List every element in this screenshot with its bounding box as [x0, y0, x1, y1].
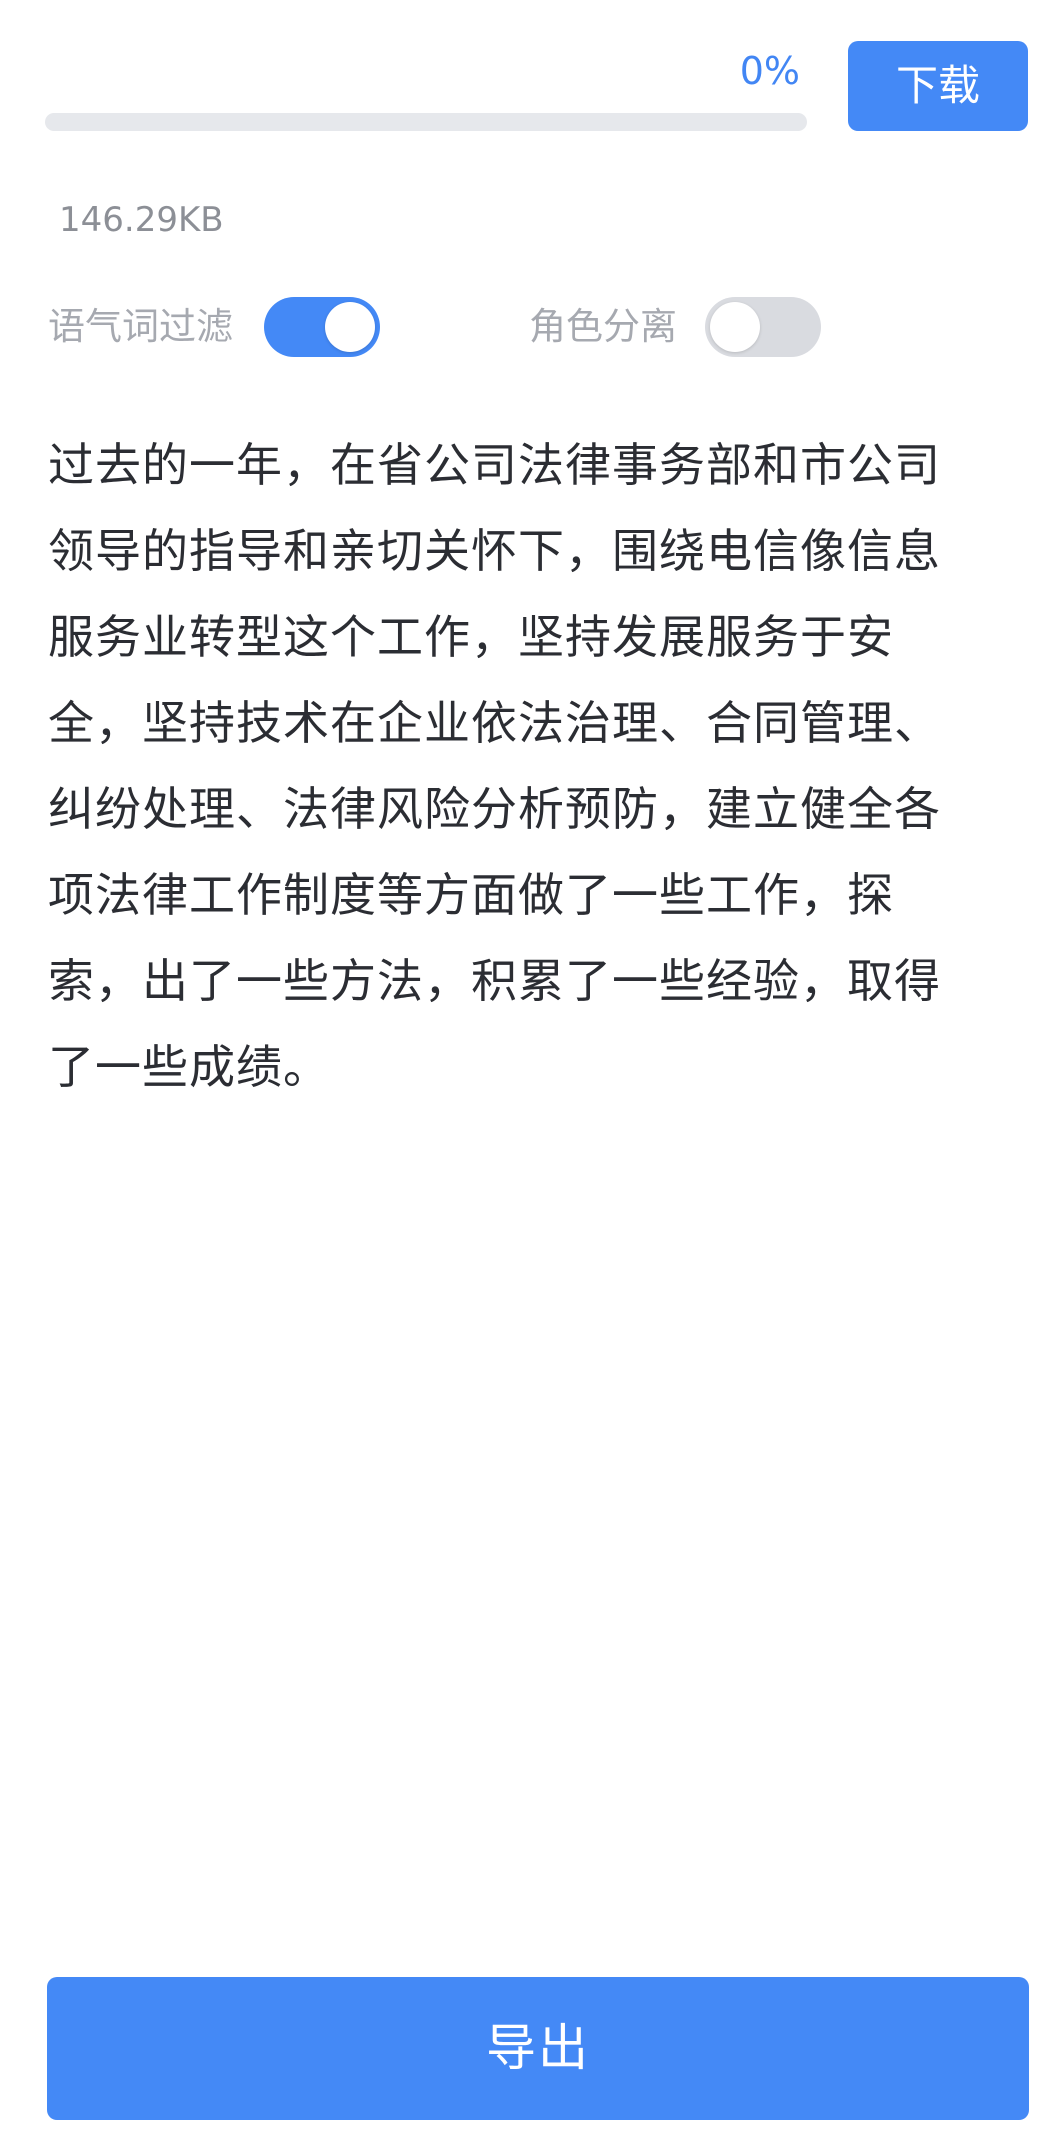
role-separation-label: 角色分离 [529, 305, 677, 348]
export-button[interactable]: 导出 [47, 1977, 1029, 2120]
file-size: 146.29KB [59, 200, 224, 240]
filler-filter-label: 语气词过滤 [48, 305, 233, 348]
download-button[interactable]: 下载 [848, 41, 1028, 131]
transcript-text: 过去的一年，在省公司法律事务部和市公司领导的指导和亲切关怀下，围绕电信像信息服务… [48, 438, 941, 1094]
role-separation-toggle[interactable] [705, 297, 821, 357]
toggle-knob [710, 302, 760, 352]
toggle-knob [325, 302, 375, 352]
progress-percent: 0% [739, 49, 800, 93]
filler-filter-toggle[interactable] [264, 297, 380, 357]
progress-bar [45, 113, 807, 131]
